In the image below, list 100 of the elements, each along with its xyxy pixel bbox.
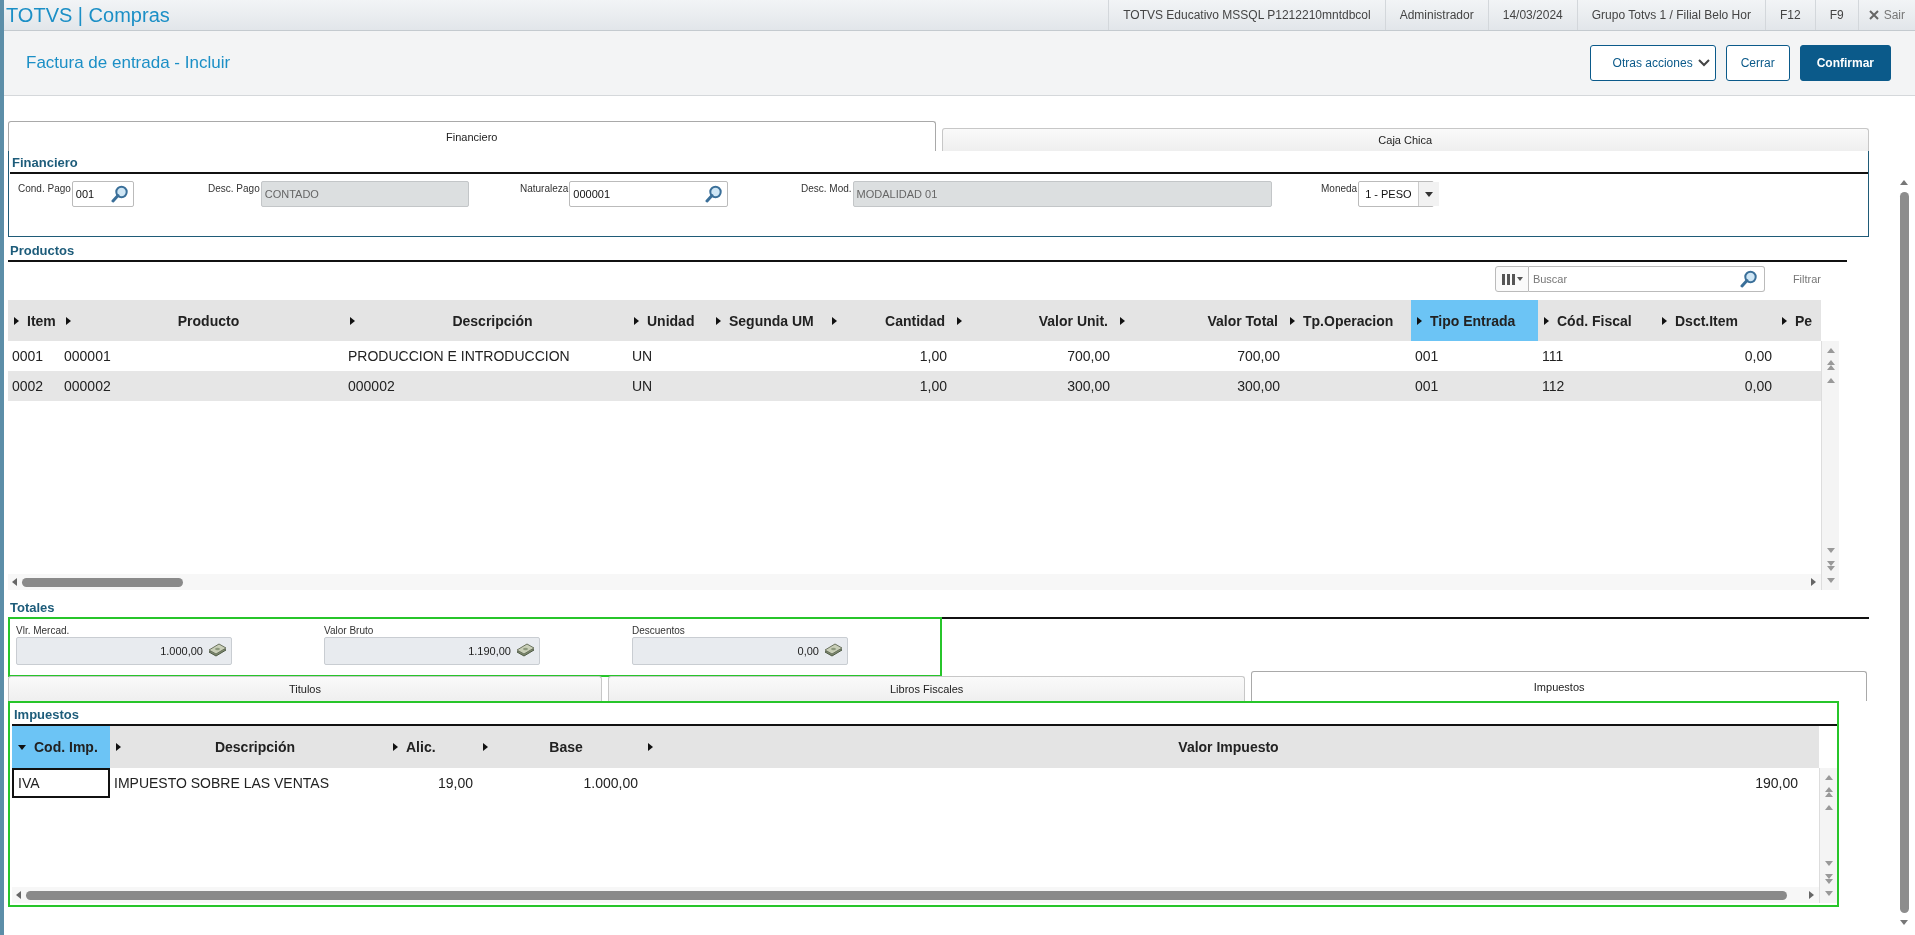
table-cell-text: PRODUCCION E INTRODUCCION bbox=[347, 347, 571, 366]
table-cell-text: 000001 bbox=[63, 347, 112, 366]
table-cell-text: 0,00 bbox=[1743, 347, 1773, 366]
section-title: Productos bbox=[9, 242, 76, 260]
column-header[interactable]: Alic. bbox=[387, 726, 477, 768]
lookup-field[interactable]: 001 bbox=[71, 181, 134, 207]
arrow-icon[interactable] bbox=[1809, 891, 1815, 899]
scrollbar[interactable] bbox=[1821, 341, 1839, 590]
table-cell-text: 700,00 bbox=[1066, 347, 1111, 366]
column-header[interactable]: Cod. Imp. bbox=[12, 726, 110, 768]
scrollbar[interactable] bbox=[12, 887, 1819, 903]
page-title: Factura de entrada - Incluir bbox=[26, 53, 232, 73]
field-label: Desc. Mod. bbox=[801, 182, 852, 194]
arrow-icon[interactable] bbox=[1899, 919, 1909, 927]
arrow-icon[interactable] bbox=[1811, 578, 1817, 586]
search-icon[interactable] bbox=[705, 185, 724, 203]
column-header[interactable]: Dsct.Item bbox=[1656, 300, 1776, 341]
money-icon bbox=[823, 643, 843, 659]
search-icon[interactable] bbox=[1739, 269, 1758, 288]
columns-icon bbox=[1500, 272, 1523, 285]
column-header[interactable]: Tp.Operacion bbox=[1284, 300, 1411, 341]
header-info: F9 bbox=[1814, 0, 1858, 30]
scrollbar[interactable] bbox=[1819, 768, 1837, 903]
column-picker[interactable] bbox=[1494, 265, 1529, 292]
header-info: Grupo Totvs 1 / Filial Belo Hor bbox=[1576, 0, 1765, 30]
scrollbar[interactable] bbox=[8, 574, 1821, 590]
tab[interactable]: Libros Fiscales bbox=[607, 676, 1246, 701]
field-label: Desc. Pago bbox=[208, 182, 260, 194]
field-label: Descuentos bbox=[632, 624, 686, 636]
arrow-icon[interactable] bbox=[1823, 786, 1834, 798]
amount-field[interactable]: 1.000,00 bbox=[16, 637, 232, 665]
arrow-icon[interactable] bbox=[1899, 178, 1909, 186]
table-cell-text: 0,00 bbox=[1743, 377, 1773, 396]
column-header[interactable]: Producto bbox=[60, 300, 344, 341]
table-cell: IVA bbox=[12, 768, 110, 798]
money-icon bbox=[515, 643, 535, 659]
field-label: Valor Bruto bbox=[324, 624, 375, 636]
tab[interactable]: Impuestos bbox=[1251, 671, 1867, 701]
column-header[interactable]: Cód. Fiscal bbox=[1538, 300, 1656, 341]
caret-icon bbox=[1424, 191, 1433, 197]
arrow-icon[interactable] bbox=[1825, 560, 1836, 572]
column-header[interactable]: Descripción bbox=[110, 726, 387, 768]
table-cell-text: 19,00 bbox=[436, 774, 474, 793]
field-label: Vlr. Mercad. bbox=[16, 624, 71, 636]
exit-link[interactable]: Sair bbox=[1857, 0, 1915, 30]
tab[interactable]: Caja Chica bbox=[941, 128, 1869, 151]
table-cell-text: 300,00 bbox=[1066, 377, 1111, 396]
close-icon bbox=[1868, 10, 1879, 20]
table-cell-text: 000002 bbox=[347, 377, 396, 396]
tab[interactable]: Titulos bbox=[8, 676, 602, 701]
header-info: F12 bbox=[1764, 0, 1815, 30]
scrollbar[interactable] bbox=[1897, 178, 1911, 927]
close-button[interactable]: Cerrar bbox=[1725, 45, 1790, 81]
table-cell-text: IMPUESTO SOBRE LAS VENTAS bbox=[113, 774, 330, 793]
column-header[interactable]: Valor Total bbox=[1114, 300, 1284, 341]
arrow-icon[interactable] bbox=[12, 578, 18, 586]
section-title: Impuestos bbox=[13, 706, 80, 724]
table-cell-text: 001 bbox=[1414, 347, 1440, 366]
column-header[interactable]: Pe bbox=[1776, 300, 1818, 341]
app-title: TOTVS | Compras bbox=[6, 3, 171, 27]
section-title: Totales bbox=[9, 599, 56, 617]
amount-field[interactable]: 0,00 bbox=[632, 637, 848, 665]
table-cell-text: 190,00 bbox=[1754, 774, 1799, 793]
column-header[interactable]: Unidad bbox=[628, 300, 710, 341]
column-header[interactable]: Item bbox=[8, 300, 60, 341]
column-header[interactable]: Valor Impuesto bbox=[642, 726, 1802, 768]
arrow-icon[interactable] bbox=[1823, 873, 1834, 885]
column-header[interactable]: Descripción bbox=[344, 300, 628, 341]
amount-field[interactable]: 1.190,00 bbox=[324, 637, 540, 665]
table-cell-text: 300,00 bbox=[1236, 377, 1281, 396]
section-title: Financiero bbox=[11, 154, 79, 172]
column-header[interactable]: Base bbox=[477, 726, 642, 768]
search-icon[interactable] bbox=[110, 185, 129, 203]
actions-dropdown[interactable]: Otras acciones bbox=[1589, 45, 1716, 81]
table-cell-text: 0001 bbox=[11, 347, 45, 366]
field-label: Cond. Pago bbox=[18, 182, 71, 194]
arrow-icon[interactable] bbox=[16, 891, 22, 899]
lookup-field[interactable]: 000001 bbox=[569, 181, 729, 207]
field-label: Moneda bbox=[1321, 182, 1358, 194]
table-cell-text: 001 bbox=[1414, 377, 1440, 396]
field-label: Naturaleza bbox=[520, 182, 569, 194]
table-cell-text: 1,00 bbox=[918, 377, 948, 396]
table-cell-text: 112 bbox=[1541, 377, 1566, 396]
chevron-icon bbox=[1696, 58, 1711, 68]
header-info: Administrador bbox=[1384, 0, 1488, 30]
table-cell-text: UN bbox=[631, 347, 654, 366]
arrow-icon[interactable] bbox=[1825, 359, 1836, 371]
money-icon bbox=[207, 643, 227, 659]
table-cell-text: 700,00 bbox=[1236, 347, 1281, 366]
search-field[interactable]: Buscar bbox=[1528, 265, 1765, 292]
column-header[interactable]: Tipo Entrada bbox=[1411, 300, 1538, 341]
column-header[interactable]: Segunda UM bbox=[710, 300, 826, 341]
tab[interactable]: Financiero bbox=[8, 121, 936, 151]
column-header[interactable]: Valor Unit. bbox=[951, 300, 1114, 341]
header-info: TOTVS Educativo MSSQL P1212210mntdbcol bbox=[1108, 0, 1385, 30]
confirm-button[interactable]: Confirmar bbox=[1799, 45, 1891, 81]
table-cell-text: 111 bbox=[1541, 347, 1565, 366]
table-cell-text: 0002 bbox=[11, 377, 45, 396]
column-header[interactable]: Cantidad bbox=[826, 300, 951, 341]
filter-link[interactable]: Filtrar bbox=[1792, 272, 1821, 285]
